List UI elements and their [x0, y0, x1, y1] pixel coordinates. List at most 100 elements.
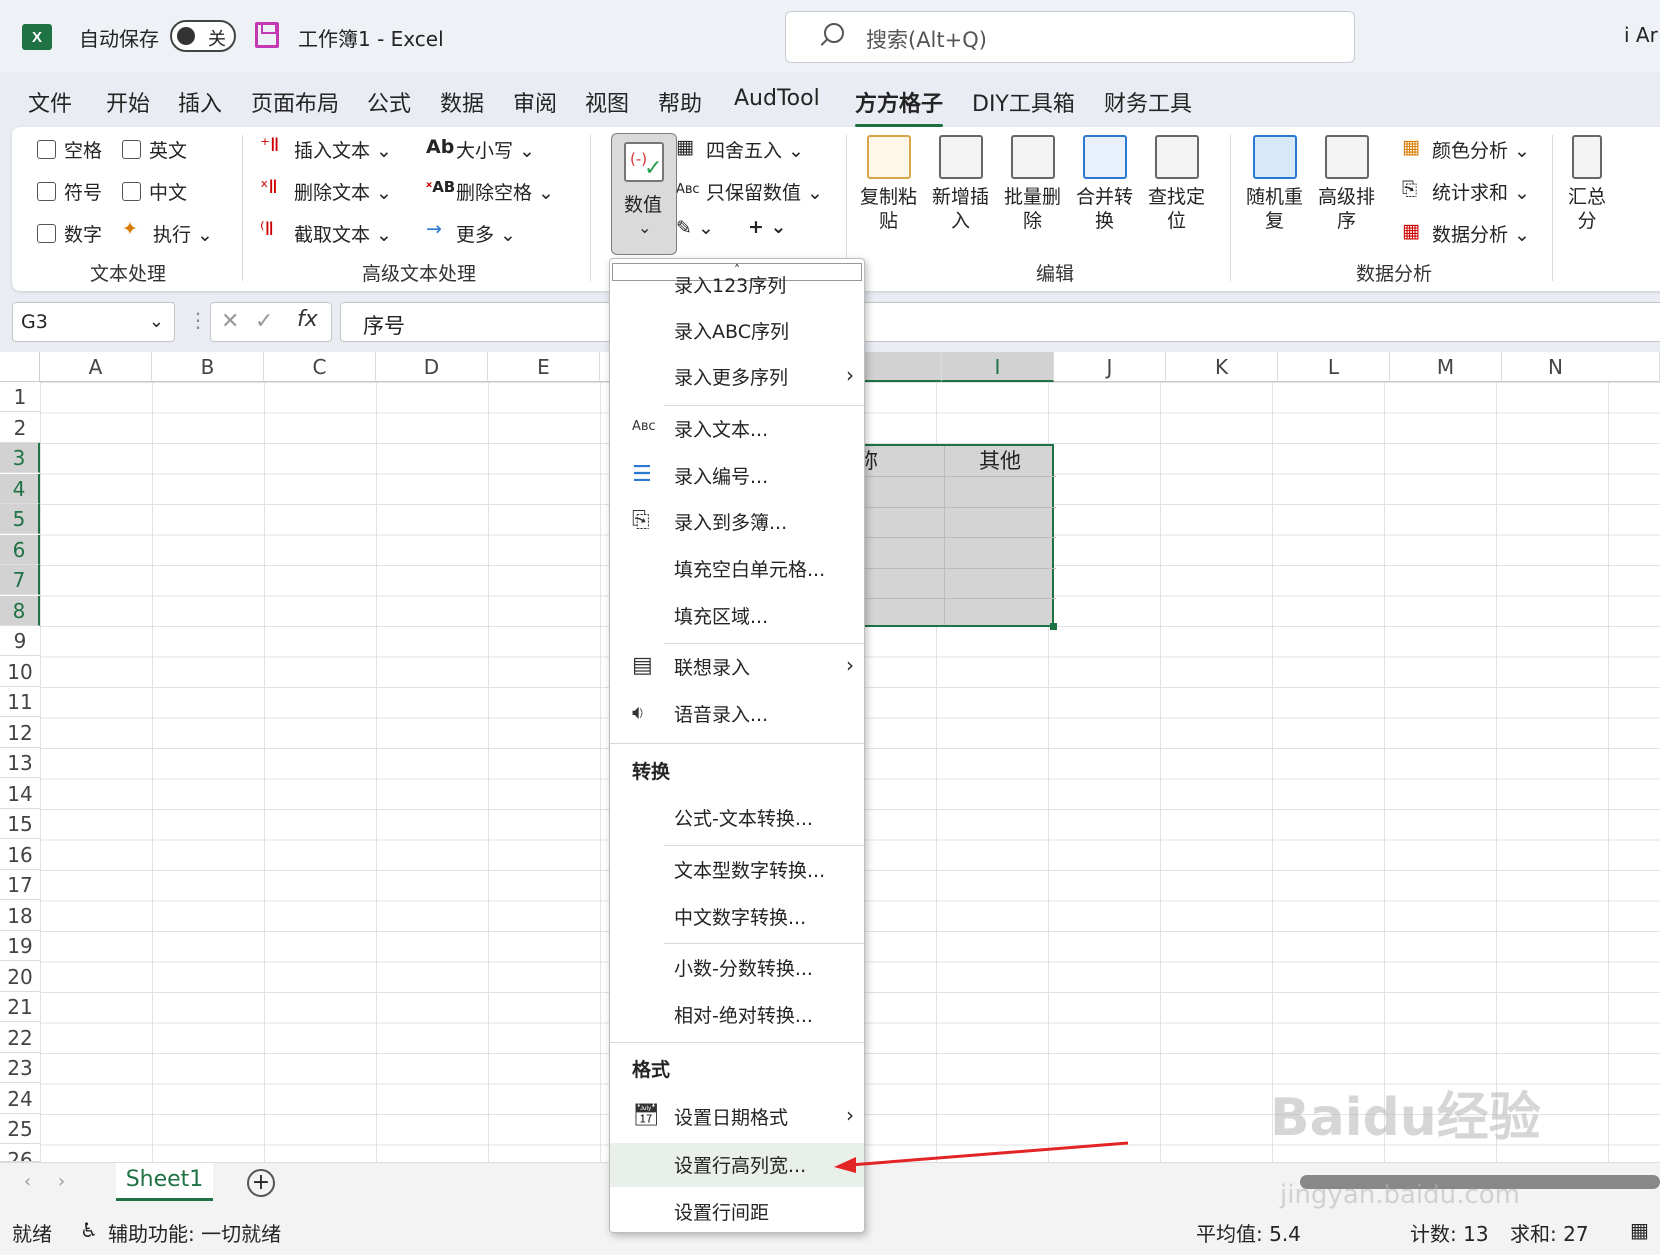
row-header[interactable]: 24: [0, 1083, 40, 1114]
tab-data[interactable]: 数据: [440, 86, 484, 118]
menu-item-enter-text[interactable]: Aʙᴄ 录入文本...: [610, 407, 864, 451]
next-sheet-icon[interactable]: ›: [58, 1171, 65, 1192]
column-header-d[interactable]: D: [376, 352, 488, 382]
case-button[interactable]: 大小写 ⌄: [456, 136, 535, 163]
row-header[interactable]: 17: [0, 870, 40, 900]
row-header[interactable]: 12: [0, 717, 40, 748]
menu-item-123-sequence[interactable]: 录入123序列: [610, 269, 864, 299]
row-header[interactable]: 23: [0, 1053, 40, 1083]
normal-view-icon[interactable]: ▦: [1630, 1218, 1649, 1242]
tab-audtool[interactable]: AudTool: [734, 86, 820, 111]
row-header[interactable]: 1: [0, 382, 40, 412]
tab-formulas[interactable]: 公式: [367, 86, 411, 118]
insert-text-button[interactable]: 插入文本 ⌄: [294, 136, 392, 163]
menu-item-fill-area[interactable]: 填充区域...: [610, 594, 864, 638]
menu-item-formula-text[interactable]: 公式-文本转换...: [610, 796, 864, 840]
checkbox-number[interactable]: [37, 224, 56, 243]
select-all-corner[interactable]: [0, 352, 40, 382]
stat-sum-button[interactable]: 统计求和 ⌄: [1432, 178, 1530, 205]
row-header[interactable]: 3: [0, 443, 40, 473]
tab-diy-toolbox[interactable]: DIY工具箱: [972, 86, 1075, 118]
prev-sheet-icon[interactable]: ‹: [24, 1171, 31, 1192]
cancel-icon[interactable]: ✕: [221, 309, 239, 334]
data-analysis-button[interactable]: 数据分析 ⌄: [1432, 220, 1530, 247]
checkbox-english[interactable]: [122, 140, 141, 159]
menu-item-chinese-number[interactable]: 中文数字转换...: [610, 895, 864, 939]
execute-button[interactable]: 执行 ⌄: [153, 220, 213, 247]
tab-finance-tools[interactable]: 财务工具: [1104, 86, 1192, 118]
round-button[interactable]: 四舍五入 ⌄: [706, 136, 804, 163]
row-header[interactable]: 25: [0, 1114, 40, 1144]
tab-view[interactable]: 视图: [585, 86, 629, 118]
menu-item-voice-entry[interactable]: 🔉︎ 语音录入...: [610, 692, 864, 736]
column-header-c[interactable]: C: [264, 352, 376, 382]
column-header-j[interactable]: J: [1054, 352, 1166, 382]
user-name[interactable]: i Ar: [1624, 23, 1658, 47]
batch-delete-button[interactable]: 批量删 除: [1004, 135, 1061, 233]
enter-icon[interactable]: ✓: [255, 309, 273, 334]
row-header[interactable]: 16: [0, 839, 40, 870]
checkbox-chinese[interactable]: [122, 182, 141, 201]
new-insert-button[interactable]: 新增插 入: [932, 135, 989, 233]
column-header-a[interactable]: A: [40, 352, 152, 382]
menu-item-date-format[interactable]: 📅︎ 设置日期格式 ›: [610, 1095, 864, 1139]
column-header-k[interactable]: K: [1166, 352, 1278, 382]
status-count[interactable]: 计数: 13: [1410, 1218, 1489, 1247]
delete-space-button[interactable]: 删除空格 ⌄: [456, 178, 554, 205]
plus-button[interactable]: + ⌄: [748, 216, 786, 238]
keep-value-button[interactable]: 只保留数值 ⌄: [706, 178, 823, 205]
name-box[interactable]: G3 ⌄: [12, 302, 175, 342]
merge-convert-button[interactable]: 合并转 换: [1076, 135, 1133, 233]
row-header[interactable]: 2: [0, 412, 40, 443]
column-header-m[interactable]: M: [1390, 352, 1502, 382]
row-header[interactable]: 18: [0, 900, 40, 931]
formula-input[interactable]: 序号: [340, 302, 1660, 342]
sheet-tab-sheet1[interactable]: Sheet1: [116, 1163, 213, 1201]
column-header-i[interactable]: I: [942, 352, 1054, 382]
add-sheet-icon[interactable]: +: [247, 1169, 275, 1197]
insert-function-icon[interactable]: fx: [297, 307, 318, 332]
status-average[interactable]: 平均值: 5.4: [1196, 1218, 1301, 1247]
row-header[interactable]: 20: [0, 961, 40, 992]
menu-item-enter-multi-book[interactable]: ⎘ 录入到多簿...: [610, 500, 864, 544]
menu-item-line-spacing[interactable]: 设置行间距: [610, 1190, 864, 1232]
advanced-sort-button[interactable]: 高级排 序: [1318, 135, 1375, 233]
row-header[interactable]: 19: [0, 931, 40, 961]
row-header[interactable]: 9: [0, 626, 40, 656]
search-box[interactable]: 搜索(Alt+Q): [785, 11, 1355, 63]
row-header[interactable]: 15: [0, 809, 40, 839]
find-locate-button[interactable]: 查找定 位: [1148, 135, 1205, 233]
checkbox-space[interactable]: [37, 140, 56, 159]
autosave-toggle[interactable]: 关: [170, 20, 236, 52]
menu-item-enter-number[interactable]: ☰ 录入编号...: [610, 454, 864, 498]
menu-item-fill-blank[interactable]: 填充空白单元格...: [610, 547, 864, 591]
menu-item-text-number[interactable]: 文本型数字转换...: [610, 848, 864, 892]
tab-review[interactable]: 审阅: [513, 86, 557, 118]
row-header[interactable]: 13: [0, 748, 40, 778]
menu-item-suggest-entry[interactable]: ▤ 联想录入 ›: [610, 645, 864, 689]
tab-home[interactable]: 开始: [106, 86, 150, 118]
tab-file[interactable]: 文件: [28, 86, 72, 118]
status-sum[interactable]: 求和: 27: [1510, 1218, 1589, 1247]
delete-text-button[interactable]: 删除文本 ⌄: [294, 178, 392, 205]
row-header[interactable]: 5: [0, 504, 40, 534]
copy-paste-button[interactable]: 复制粘 贴: [860, 135, 917, 233]
row-header[interactable]: 10: [0, 656, 40, 687]
random-repeat-button[interactable]: 随机重 复: [1246, 135, 1303, 233]
cell-i3[interactable]: 其他: [944, 446, 1056, 476]
edit-icon[interactable]: ✎ ⌄: [676, 217, 714, 239]
column-header-e[interactable]: E: [488, 352, 600, 382]
row-header[interactable]: 11: [0, 687, 40, 717]
row-header[interactable]: 6: [0, 534, 40, 565]
summary-button[interactable]: 汇总 分: [1568, 135, 1606, 233]
accessibility-status[interactable]: 辅助功能: 一切就绪: [108, 1218, 281, 1247]
menu-item-relative-absolute[interactable]: 相对-绝对转换...: [610, 993, 864, 1037]
save-icon[interactable]: [255, 22, 279, 48]
row-header[interactable]: 26: [0, 1144, 40, 1162]
cut-text-button[interactable]: 截取文本 ⌄: [294, 220, 392, 247]
column-header-l[interactable]: L: [1278, 352, 1390, 382]
color-analysis-button[interactable]: 颜色分析 ⌄: [1432, 136, 1530, 163]
tab-page-layout[interactable]: 页面布局: [251, 86, 339, 118]
checkbox-symbol[interactable]: [37, 182, 56, 201]
row-header[interactable]: 7: [0, 565, 40, 595]
